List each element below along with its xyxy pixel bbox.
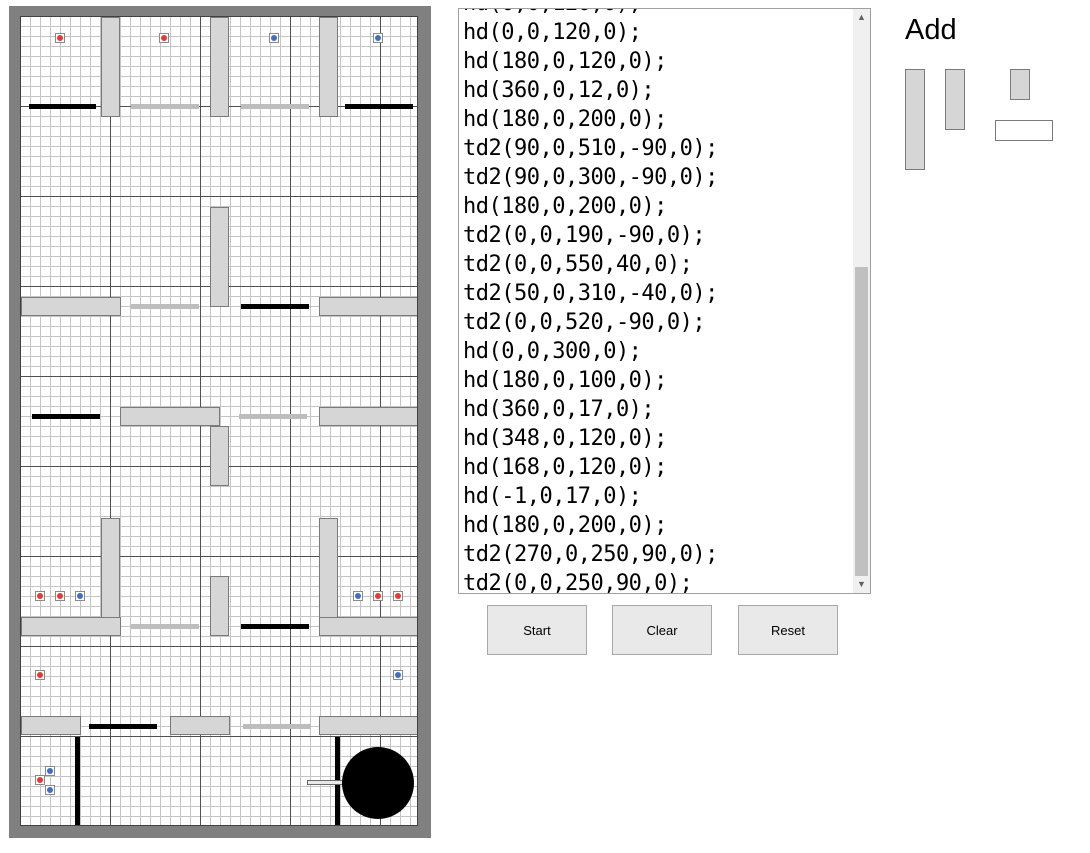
code-line[interactable]: hd(180,0,100,0); xyxy=(463,366,850,395)
blue-marker xyxy=(269,33,279,43)
wall xyxy=(210,426,229,486)
code-line[interactable]: hd(0,0,120,0); xyxy=(463,9,850,18)
wall xyxy=(21,297,121,316)
reset-button[interactable]: Reset xyxy=(738,605,838,655)
code-line[interactable]: hd(180,0,200,0); xyxy=(463,105,850,134)
scrollbar[interactable]: ▲ ▼ xyxy=(853,9,870,593)
code-line[interactable]: hd(168,0,120,0); xyxy=(463,453,850,482)
blue-marker xyxy=(75,591,85,601)
black-line xyxy=(32,414,100,419)
code-line[interactable]: hd(180,0,200,0); xyxy=(463,192,850,221)
wall xyxy=(319,297,417,316)
clear-button[interactable]: Clear xyxy=(612,605,712,655)
code-line[interactable]: td2(0,0,250,90,0); xyxy=(463,569,850,593)
code-line[interactable]: td2(90,0,300,-90,0); xyxy=(463,163,850,192)
blue-marker xyxy=(393,670,403,680)
code-line[interactable]: hd(360,0,12,0); xyxy=(463,76,850,105)
wall xyxy=(120,407,220,426)
black-line xyxy=(345,104,413,109)
grey-line xyxy=(131,104,199,109)
red-marker xyxy=(35,775,45,785)
black-line xyxy=(241,624,309,629)
wall xyxy=(21,716,81,735)
scroll-down-icon[interactable]: ▼ xyxy=(853,576,870,593)
blue-marker xyxy=(45,785,55,795)
black-line-vertical xyxy=(75,737,80,825)
scrollbar-thumb[interactable] xyxy=(855,267,868,576)
red-marker xyxy=(35,670,45,680)
code-lines[interactable]: hd(0,0,120,0);hd(0,0,120,0);hd(180,0,120… xyxy=(463,9,850,593)
wall xyxy=(170,716,230,735)
red-marker xyxy=(373,591,383,601)
code-line[interactable]: hd(-1,0,17,0); xyxy=(463,482,850,511)
black-line xyxy=(89,724,157,729)
code-line[interactable]: hd(0,0,120,0); xyxy=(463,18,850,47)
red-marker xyxy=(55,33,65,43)
wall xyxy=(319,716,417,735)
code-line[interactable]: hd(0,0,300,0); xyxy=(463,337,850,366)
black-line xyxy=(29,104,96,109)
code-line[interactable]: td2(50,0,310,-40,0); xyxy=(463,279,850,308)
wall xyxy=(210,576,229,636)
blue-marker xyxy=(373,33,383,43)
code-line[interactable]: hd(348,0,120,0); xyxy=(463,424,850,453)
code-line[interactable]: td2(270,0,250,90,0); xyxy=(463,540,850,569)
wall xyxy=(210,207,229,307)
code-line[interactable]: hd(360,0,17,0); xyxy=(463,395,850,424)
code-line[interactable]: td2(0,0,190,-90,0); xyxy=(463,221,850,250)
code-line[interactable]: hd(180,0,200,0); xyxy=(463,511,850,540)
grey-line xyxy=(131,304,199,309)
wall xyxy=(21,617,121,636)
wall xyxy=(101,518,120,618)
code-line[interactable]: td2(0,0,520,-90,0); xyxy=(463,308,850,337)
robot[interactable] xyxy=(342,747,414,819)
wall xyxy=(101,17,120,117)
code-line[interactable]: td2(0,0,550,40,0); xyxy=(463,250,850,279)
add-short-wall[interactable] xyxy=(1010,69,1030,100)
scroll-up-icon[interactable]: ▲ xyxy=(853,9,870,26)
add-tall-wall[interactable] xyxy=(905,69,925,170)
start-button[interactable]: Start xyxy=(487,605,587,655)
grey-line xyxy=(241,104,309,109)
code-line[interactable]: td2(90,0,510,-90,0); xyxy=(463,134,850,163)
wall xyxy=(319,17,338,117)
code-editor[interactable]: hd(0,0,120,0);hd(0,0,120,0);hd(180,0,120… xyxy=(458,8,871,594)
wall xyxy=(319,617,417,636)
red-marker xyxy=(159,33,169,43)
red-marker xyxy=(393,591,403,601)
grey-line xyxy=(239,414,307,419)
add-medium-wall[interactable] xyxy=(945,69,965,130)
field-grid[interactable] xyxy=(20,16,418,826)
add-title: Add xyxy=(905,14,957,46)
wall xyxy=(319,518,338,618)
red-marker xyxy=(55,591,65,601)
wall xyxy=(319,407,417,426)
robot-arm xyxy=(307,780,345,785)
blue-marker xyxy=(353,591,363,601)
grey-line xyxy=(131,624,199,629)
black-line xyxy=(241,304,309,309)
grey-line xyxy=(243,724,311,729)
red-marker xyxy=(35,591,45,601)
wall xyxy=(210,17,229,117)
code-line[interactable]: hd(180,0,120,0); xyxy=(463,47,850,76)
add-flat-tile[interactable] xyxy=(995,120,1053,141)
blue-marker xyxy=(45,766,55,776)
